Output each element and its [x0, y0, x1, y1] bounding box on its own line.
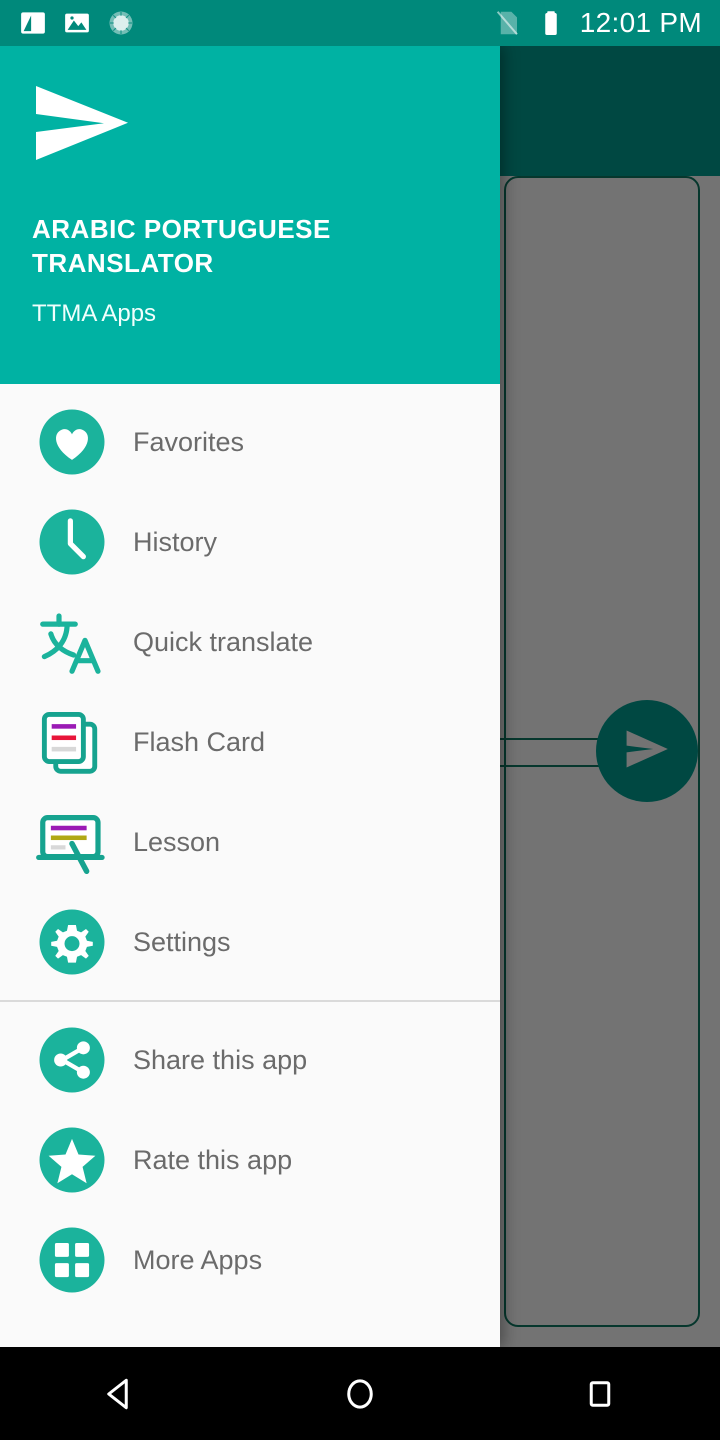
gear-circle-icon: [33, 903, 111, 981]
menu-item-label: Favorites: [133, 426, 245, 457]
menu-item-share-this-app[interactable]: Share this app: [0, 1010, 500, 1110]
menu-item-label: Flash Card: [133, 726, 266, 757]
menu-item-quick-translate[interactable]: Quick translate: [0, 592, 500, 692]
android-nav-bar: [0, 1347, 720, 1440]
nav-recents-button[interactable]: [540, 1347, 660, 1440]
menu-item-label: Share this app: [133, 1044, 308, 1075]
menu-item-label: Rate this app: [133, 1144, 293, 1175]
send-icon: [622, 724, 672, 779]
lesson-board-icon: [33, 803, 111, 881]
drawer-title: ARABIC PORTUGUESE TRANSLATOR: [32, 214, 331, 278]
menu-item-settings[interactable]: Settings: [0, 892, 500, 992]
nav-home-button[interactable]: [300, 1347, 420, 1440]
translate-icon: [33, 603, 111, 681]
drawer-subtitle: TTMA Apps: [32, 300, 157, 327]
menu-item-label: More Apps: [133, 1244, 263, 1275]
menu-item-label: Settings: [133, 926, 231, 957]
phone-screen: ORTUGUESE: [0, 0, 720, 1440]
back-triangle-icon: [100, 1374, 140, 1414]
menu-item-label: Lesson: [133, 826, 221, 857]
translate-fab[interactable]: [596, 700, 698, 802]
flash-card-icon: [33, 703, 111, 781]
nav-back-button[interactable]: [60, 1347, 180, 1440]
home-circle-icon: [340, 1374, 380, 1414]
heart-circle-icon: [33, 403, 111, 481]
drawer-header: ARABIC PORTUGUESE TRANSLATOR TTMA Apps: [0, 46, 500, 384]
status-bar-left-icons: [0, 8, 136, 38]
clock-circle-icon: [33, 503, 111, 581]
image-icon: [62, 8, 92, 38]
drawer-secondary-menu: Share this app Rate this app More Apps: [0, 1002, 500, 1318]
menu-item-lesson[interactable]: Lesson: [0, 792, 500, 892]
menu-item-rate-this-app[interactable]: Rate this app: [0, 1110, 500, 1210]
paper-plane-logo: [32, 84, 468, 162]
menu-item-label: History: [133, 526, 218, 557]
status-bar-right-icons: 12:01 PM: [492, 7, 720, 39]
menu-item-favorites[interactable]: Favorites: [0, 392, 500, 492]
sunburst-icon: [106, 8, 136, 38]
star-circle-icon: [33, 1121, 111, 1199]
battery-full-icon: [536, 8, 566, 38]
grid-circle-icon: [33, 1221, 111, 1299]
status-bar-clock: 12:01 PM: [579, 7, 702, 38]
screenshot-icon: [18, 8, 48, 38]
menu-item-label: Quick translate: [133, 626, 314, 657]
recents-square-icon: [580, 1374, 620, 1414]
share-circle-icon: [33, 1021, 111, 1099]
navigation-drawer[interactable]: ARABIC PORTUGUESE TRANSLATOR TTMA Apps F…: [0, 46, 500, 1347]
status-bar: 12:01 PM: [0, 0, 720, 46]
menu-item-flash-card[interactable]: Flash Card: [0, 692, 500, 792]
menu-item-history[interactable]: History: [0, 492, 500, 592]
drawer-primary-menu: Favorites History Quick translate Flash …: [0, 384, 500, 1000]
menu-item-more-apps[interactable]: More Apps: [0, 1210, 500, 1310]
no-sim-icon: [492, 8, 522, 38]
